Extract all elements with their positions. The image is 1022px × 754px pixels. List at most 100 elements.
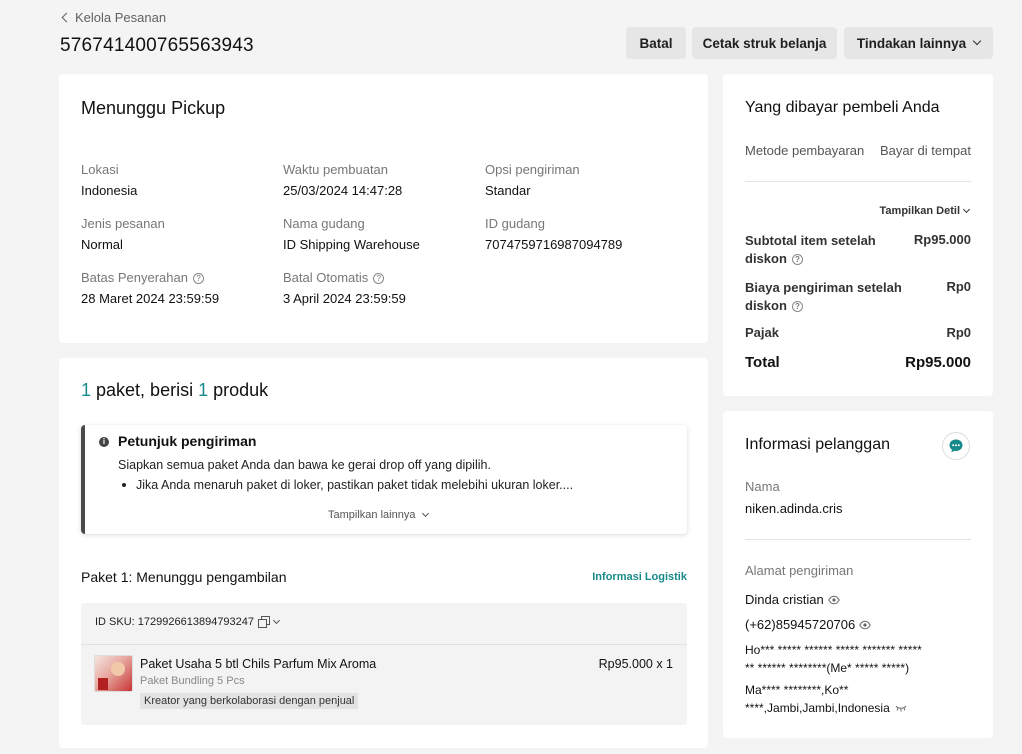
package-word: paket, berisi [91,380,199,400]
copy-icon[interactable] [258,616,271,628]
breadcrumb[interactable]: Kelola Pesanan [61,10,166,25]
chevron-down-icon [962,205,971,213]
payment-title: Yang dibayar pembeli Anda [745,99,940,116]
field-value-order-type: Normal [81,237,123,252]
field-value-handover-deadline: 28 Maret 2024 23:59:59 [81,291,220,306]
package1-box: ID SKU: 1729926613894793247 Paket Usaha … [81,603,687,725]
creator-tag: Kreator yang berkolaborasi dengan penjua… [140,693,359,709]
subtotal-row: Subtotal item setelah diskon? Rp95.000 [745,232,971,268]
product-thumbnail[interactable] [94,655,133,692]
package1-title: Paket 1: Menunggu pengambilan [81,569,287,585]
divider [745,539,971,540]
total-row: Total Rp95.000 [745,354,971,371]
total-value: Rp95.000 [905,354,971,371]
breadcrumb-back-label[interactable]: Kelola Pesanan [75,10,166,25]
payment-method-value: Bayar di tempat [879,143,971,158]
show-detail-label: Tampilkan Detil [879,205,960,217]
product-name[interactable]: Paket Usaha 5 btl Chils Parfum Mix Aroma [140,657,376,671]
subtotal-label-text: Subtotal item setelah diskon [745,233,876,266]
address-label: Alamat pengiriman [745,563,854,578]
chat-button[interactable] [942,432,970,460]
more-actions-button[interactable]: Tindakan lainnya [844,27,993,59]
customer-card: Informasi pelanggan Nama niken.adinda.cr… [723,411,993,738]
field-value-warehouse-id: 7074759716987094789 [485,237,623,252]
auto-cancel-label-text: Batal Otomatis [283,270,369,285]
eye-icon[interactable] [859,620,872,630]
recipient-phone: (+62)85945720706 [745,617,856,632]
thumb-bottle [98,678,108,690]
field-value-location: Indonesia [81,183,138,198]
question-icon[interactable]: ? [373,273,385,284]
field-value-warehouse-name: ID Shipping Warehouse [283,237,420,252]
shipping-fee-value: Rp0 [946,279,971,294]
bullet-dot [122,483,126,487]
status-title: Menunggu Pickup [81,98,226,118]
print-receipt-button[interactable]: Cetak struk belanja [692,27,837,59]
hint-bullet-text: Jika Anda menaruh paket di loker, pastik… [136,478,574,492]
hint-text: Siapkan semua paket Anda dan bawa ke ger… [118,458,491,472]
total-label: Total [745,354,780,371]
question-icon[interactable]: ? [791,301,803,312]
divider [745,181,971,182]
subtotal-value: Rp95.000 [913,232,971,247]
hint-title: Petunjuk pengiriman [118,433,257,449]
chevron-down-icon [972,36,982,46]
product-variant: Paket Bundling 5 Pcs [140,675,245,687]
subtotal-label: Subtotal item setelah diskon? [745,232,905,268]
order-status-card: Menunggu Pickup Lokasi Indonesia Waktu p… [59,74,708,343]
field-label-location: Lokasi [81,162,119,177]
packages-card: 1 paket, berisi 1 produk i Petunjuk peng… [59,358,708,748]
info-icon: i [99,437,109,447]
shipping-fee-label-text: Biaya pengiriman setelah diskon [745,280,902,313]
product-word: produk [208,380,269,400]
field-label-auto-cancel: Batal Otomatis? [283,270,385,285]
customer-title: Informasi pelanggan [745,436,890,453]
tax-value: Rp0 [946,325,971,340]
payment-method-label: Metode pembayaran [745,143,865,158]
question-icon[interactable]: ? [192,273,204,284]
hint-bullet: Jika Anda menaruh paket di loker, pastik… [122,478,573,492]
sku-id: ID SKU: 1729926613894793247 [95,616,255,628]
cancel-button[interactable]: Batal [626,27,686,59]
tax-label: Pajak [745,325,779,340]
packages-heading: 1 paket, berisi 1 produk [81,380,268,401]
address-line-4-row: ****,Jambi,Jambi,Indonesia [745,699,975,717]
address-line-3: Ma**** ********,Ko** [745,683,849,697]
field-value-created: 25/03/2024 14:47:28 [283,183,403,198]
recipient-name: Dinda cristian [745,592,824,607]
tax-row: Pajak Rp0 [745,325,971,340]
logistics-info-link[interactable]: Informasi Logistik [592,571,687,583]
thumb-face [111,662,125,676]
recipient-row: Dinda cristian [745,592,840,607]
shipping-hint-box: i Petunjuk pengiriman Siapkan semua pake… [81,425,687,534]
product-price: Rp95.000 x 1 [598,657,673,671]
question-icon[interactable]: ? [791,254,803,265]
field-value-shipping-option: Standar [485,183,531,198]
address-line-1: Ho*** ***** ****** ***** ******* ***** [745,643,922,657]
show-more-label: Tampilkan lainnya [328,509,416,521]
chevron-down-icon[interactable] [272,616,281,624]
product-count: 1 [198,380,209,400]
more-actions-button-label: Tindakan lainnya [856,35,967,51]
field-label-created: Waktu pembuatan [283,162,389,177]
chevron-down-icon [422,509,430,517]
package-count: 1 [81,380,92,400]
shipping-fee-label: Biaya pengiriman setelah diskon? [745,279,905,315]
field-label-order-type: Jenis pesanan [81,216,165,231]
customer-name-label: Nama [745,479,780,494]
field-label-shipping-option: Opsi pengiriman [485,162,580,177]
chat-icon [949,439,963,453]
phone-row: (+62)85945720706 [745,617,872,632]
show-detail-button[interactable]: Tampilkan Detil [879,205,971,217]
eye-closed-icon[interactable] [895,704,907,712]
show-more-button[interactable]: Tampilkan lainnya [328,509,430,521]
shipping-fee-row: Biaya pengiriman setelah diskon? Rp0 [745,279,971,315]
print-receipt-button-label: Cetak struk belanja [702,35,827,51]
sku-row: ID SKU: 1729926613894793247 [95,616,281,628]
divider [81,644,687,645]
chevron-left-icon [61,12,72,23]
field-value-auto-cancel: 3 April 2024 23:59:59 [283,291,406,306]
field-label-handover-deadline: Batas Penyerahan? [81,270,204,285]
customer-name-value: niken.adinda.cris [745,501,843,516]
eye-icon[interactable] [827,595,840,605]
